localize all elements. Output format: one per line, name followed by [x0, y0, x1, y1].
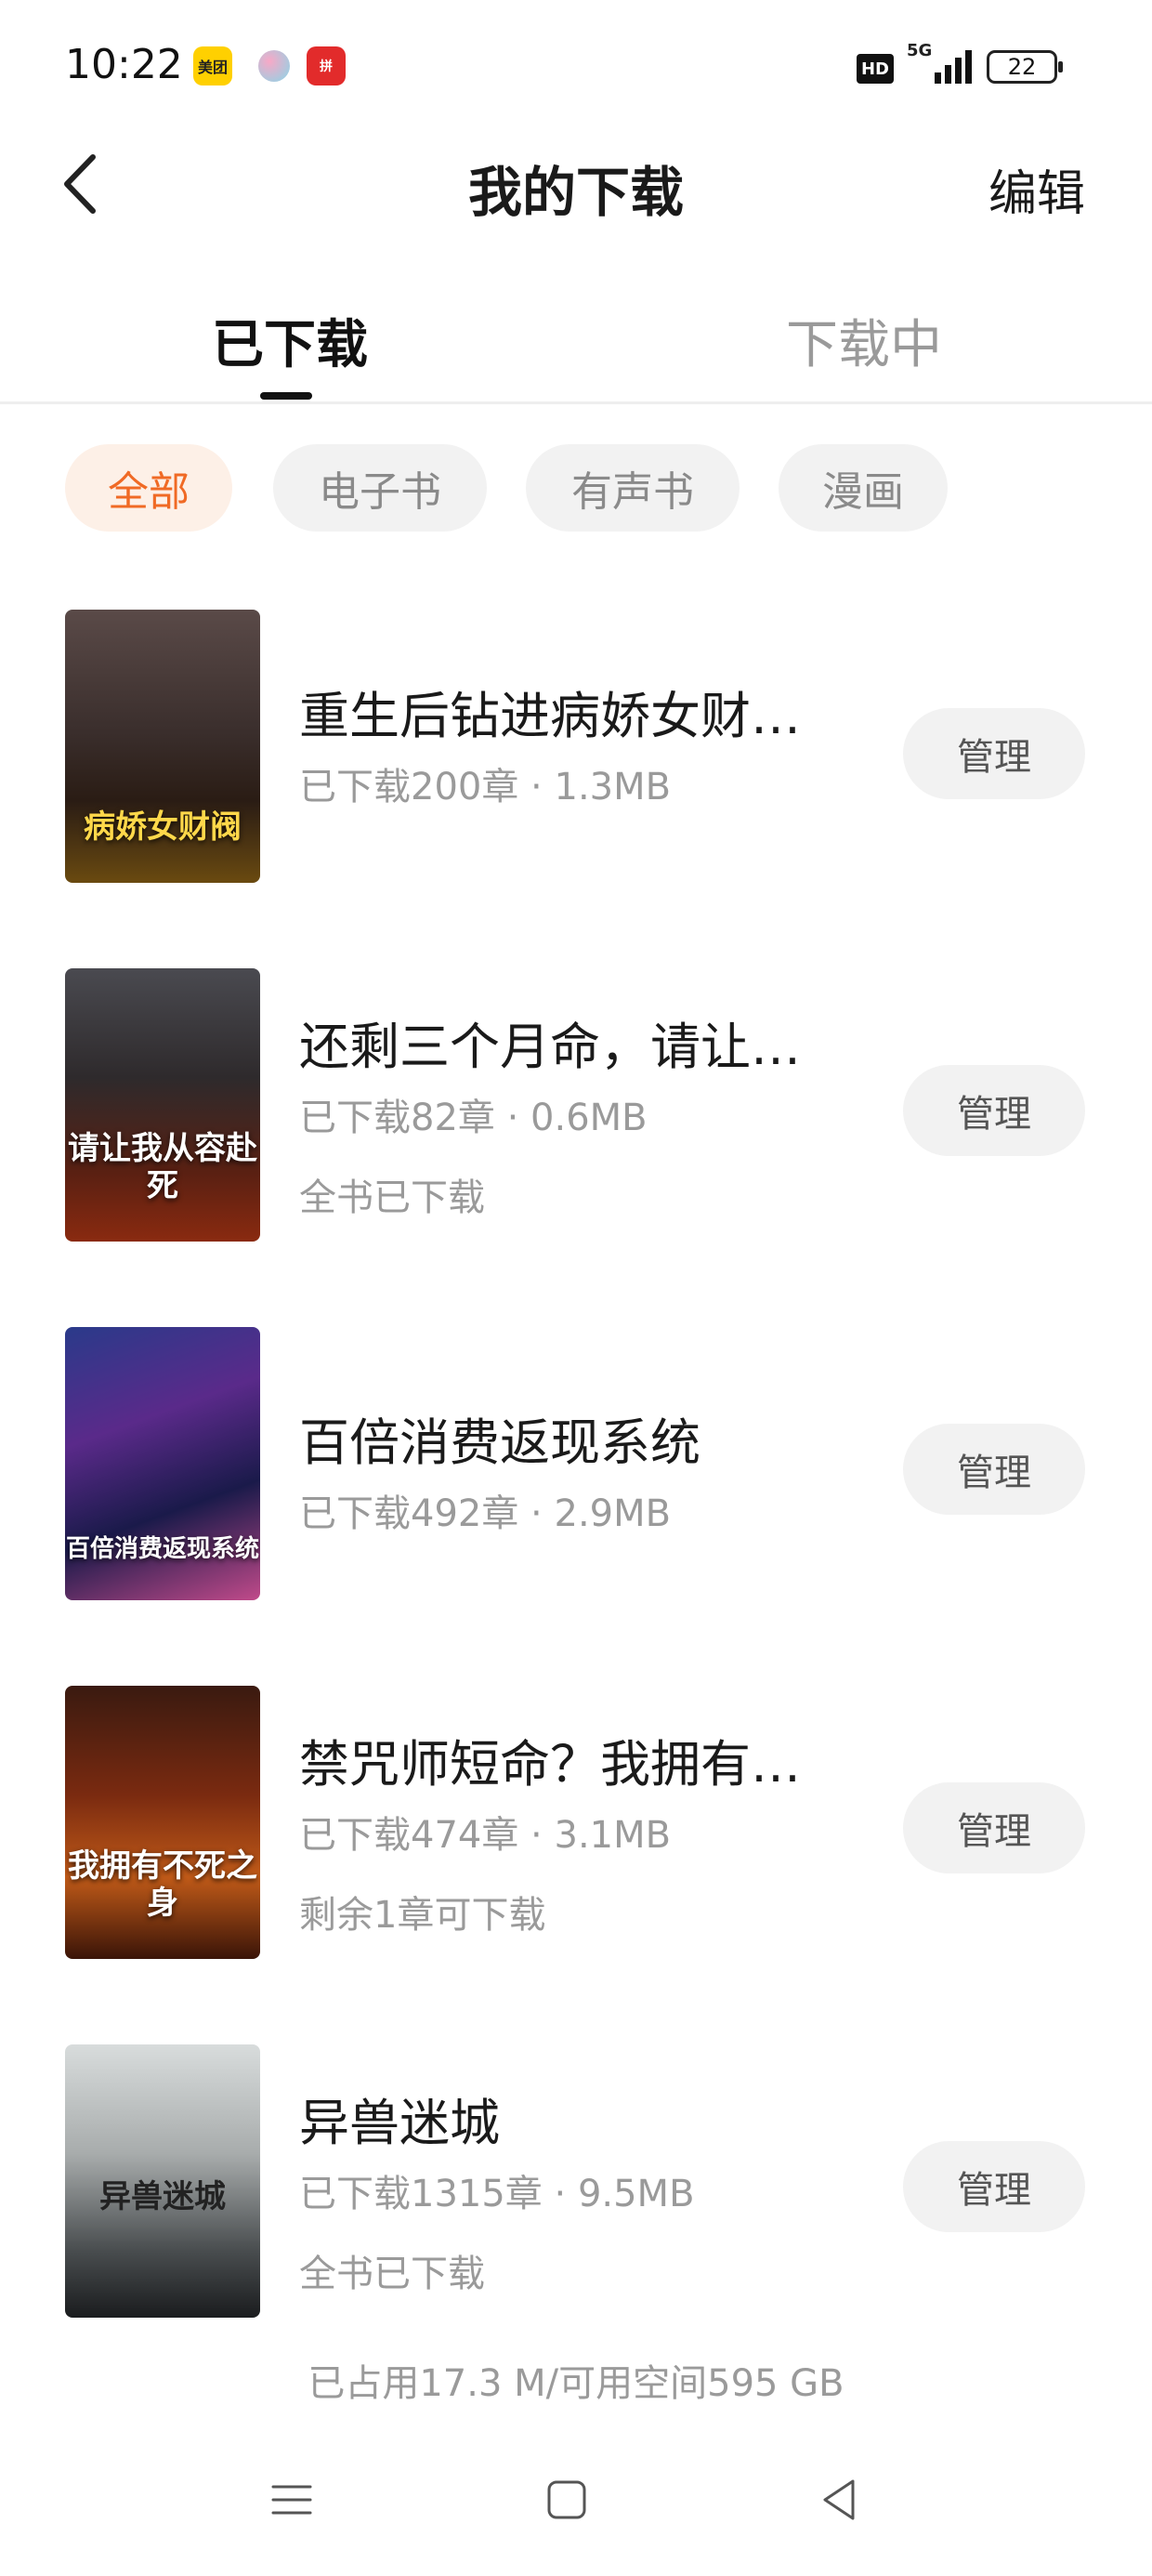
manage-button[interactable]: 管理	[903, 2141, 1085, 2232]
bubble-app-icon	[255, 46, 294, 85]
book-meta: 已下载82章 · 0.6MB	[299, 1097, 648, 1139]
pinduoduo-app-icon: 拼	[307, 46, 346, 85]
home-square-icon	[547, 2480, 586, 2519]
tab-indicator	[260, 392, 312, 400]
book-cover: 百倍消费返现系统	[65, 1327, 260, 1600]
manage-button[interactable]: 管理	[903, 708, 1085, 799]
storage-info: 已占用17.3 M/可用空间595 GB	[308, 2362, 844, 2405]
filter-audiobook[interactable]: 有声书	[526, 444, 740, 532]
status-time: 10:22	[65, 41, 183, 88]
filter-all[interactable]: 全部	[65, 444, 232, 532]
book-title: 百倍消费返现系统	[299, 1413, 700, 1472]
meituan-app-icon: 美团	[193, 46, 232, 85]
hd-voice-icon: HD	[857, 54, 894, 84]
status-bar: 10:22 美团 拼 HD 5G 22	[0, 0, 1152, 139]
book-cover: 我拥有不死之身	[65, 1686, 260, 1959]
cover-title: 我拥有不死之身	[68, 1847, 257, 1922]
book-meta: 已下载492章 · 2.9MB	[299, 1492, 672, 1535]
book-meta: 已下载1315章 · 9.5MB	[299, 2173, 695, 2215]
manage-button[interactable]: 管理	[903, 1782, 1085, 1873]
triangle-back-icon	[823, 2479, 855, 2520]
list-item[interactable]: 百倍消费返现系统 百倍消费返现系统 已下载492章 · 2.9MB 管理	[0, 1327, 1152, 1606]
list-item[interactable]: 病娇女财阀 重生后钻进病娇女财… 已下载200章 · 1.3MB 管理	[0, 610, 1152, 888]
tab-downloaded[interactable]: 已下载	[212, 303, 368, 378]
book-meta: 已下载200章 · 1.3MB	[299, 766, 672, 808]
manage-button[interactable]: 管理	[903, 1424, 1085, 1515]
signal-icon: 5G	[907, 41, 972, 87]
book-title: 还剩三个月命，请让…	[299, 1018, 801, 1076]
book-cover: 异兽迷城	[65, 2044, 260, 2318]
book-meta: 已下载474章 · 3.1MB	[299, 1814, 672, 1857]
book-title: 重生后钻进病娇女财…	[299, 687, 801, 745]
page-title: 我的下载	[467, 161, 684, 224]
divider	[0, 401, 1152, 404]
list-item[interactable]: 请让我从容赴死 还剩三个月命，请让… 已下载82章 · 0.6MB 全书已下载 …	[0, 968, 1152, 1247]
book-download-note: 全书已下载	[299, 1176, 485, 1219]
cover-title: 百倍消费返现系统	[65, 1535, 259, 1563]
book-title: 异兽迷城	[299, 2094, 500, 2152]
manage-button[interactable]: 管理	[903, 1065, 1085, 1156]
book-cover: 请让我从容赴死	[65, 968, 260, 1242]
book-download-note: 全书已下载	[299, 2253, 485, 2295]
battery-icon: 22	[987, 50, 1063, 84]
filter-ebook[interactable]: 电子书	[273, 444, 487, 532]
home-nav-button[interactable]	[539, 2472, 595, 2528]
cover-title: 请让我从容赴死	[68, 1130, 257, 1204]
book-cover: 病娇女财阀	[65, 610, 260, 883]
cover-title: 病娇女财阀	[84, 808, 242, 846]
back-nav-button[interactable]	[812, 2472, 868, 2528]
book-title: 禁咒师短命？我拥有…	[299, 1735, 801, 1794]
book-download-note: 剩余1章可下载	[299, 1894, 546, 1937]
menu-nav-button[interactable]	[264, 2472, 320, 2528]
battery-level: 22	[1007, 54, 1037, 80]
network-type: 5G	[907, 41, 933, 60]
edit-button[interactable]: 编辑	[988, 154, 1085, 224]
tab-downloading[interactable]: 下载中	[786, 303, 942, 378]
list-item[interactable]: 我拥有不死之身 禁咒师短命？我拥有… 已下载474章 · 3.1MB 剩余1章可…	[0, 1686, 1152, 1965]
filter-comic[interactable]: 漫画	[779, 444, 948, 532]
cover-title: 异兽迷城	[99, 2178, 226, 2215]
menu-icon	[271, 2485, 312, 2515]
list-item[interactable]: 异兽迷城 异兽迷城 已下载1315章 · 9.5MB 全书已下载 管理	[0, 2044, 1152, 2323]
